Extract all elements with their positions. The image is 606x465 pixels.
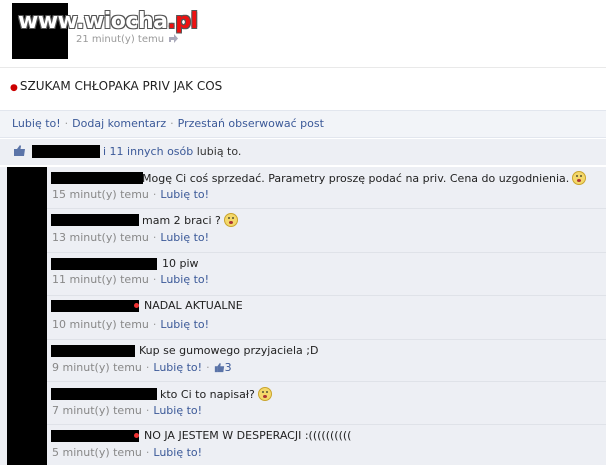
comment-like-button[interactable]: Lubię to! (153, 446, 202, 459)
comment-timestamp[interactable]: 10 minut(y) temu (52, 318, 149, 331)
commenter-name-redacted[interactable] (51, 258, 157, 270)
comment-like-button[interactable]: Lubię to! (153, 404, 202, 417)
comment-like-button[interactable]: Lubię to! (160, 273, 209, 286)
comment-text: Mogę Ci coś sprzedać. Parametry proszę p… (142, 171, 587, 185)
comment-meta: 7 minut(y) temu · Lubię to! (52, 404, 203, 417)
liker-name-redacted (32, 145, 100, 158)
comment-meta: 13 minut(y) temu · Lubię to! (52, 231, 210, 244)
comment-timestamp[interactable]: 15 minut(y) temu (52, 188, 149, 201)
comment-timestamp[interactable]: 7 minut(y) temu (52, 404, 142, 417)
like-button[interactable]: Lubię to! (12, 117, 61, 130)
commenter-name-redacted[interactable] (51, 345, 135, 357)
commenter-name-redacted[interactable] (51, 388, 157, 400)
comment-text: kto Ci to napisał? (160, 387, 272, 401)
post-text: ● SZUKAM CHŁOPAKA PRIV JAK COS (10, 79, 223, 93)
comment-meta: 11 minut(y) temu · Lubię to! (52, 273, 210, 286)
comment-like-button[interactable]: Lubię to! (160, 231, 209, 244)
commenter-avatars-redacted[interactable] (7, 167, 47, 465)
red-dot-icon (134, 303, 139, 308)
comment-text: 10 piw (162, 257, 199, 270)
post-timestamp[interactable]: 21 minut(y) temu (76, 34, 164, 45)
share-icon (169, 34, 178, 43)
comment-text: NO JA JESTEM W DESPERACJI :(((((((((( (144, 429, 352, 442)
comments-list: Mogę Ci coś sprzedać. Parametry proszę p… (0, 167, 606, 465)
comment-timestamp[interactable]: 13 minut(y) temu (52, 231, 149, 244)
red-dot-icon (134, 433, 139, 438)
likers-link[interactable]: i 11 innych osób (103, 145, 193, 158)
smiley-icon (257, 387, 272, 401)
smiley-icon (223, 213, 238, 227)
add-comment-button[interactable]: Dodaj komentarz (72, 117, 166, 130)
comment-text: NADAL AKTUALNE (144, 299, 243, 312)
commenter-name-redacted[interactable] (51, 214, 139, 226)
comment: mam 2 braci ? 13 minut(y) temu · Lubię to! (47, 209, 606, 253)
likes-summary: i 11 innych osób lubią to. (0, 139, 606, 165)
comment-like-button[interactable]: Lubię to! (160, 188, 209, 201)
comment-meta: 5 minut(y) temu · Lubię to! (52, 446, 203, 459)
comment-meta: 10 minut(y) temu · Lubię to! (52, 318, 210, 331)
comment-like-count[interactable]: 3 (225, 361, 232, 374)
thumbs-up-icon (14, 145, 25, 156)
comment-like-button[interactable]: Lubię to! (160, 318, 209, 331)
comment: 10 piw 11 minut(y) temu · Lubię to! (47, 253, 606, 296)
comment-like-button[interactable]: Lubię to! (153, 361, 202, 374)
comment: kto Ci to napisał? 7 minut(y) temu · Lubię… (47, 382, 606, 425)
comment-timestamp[interactable]: 11 minut(y) temu (52, 273, 149, 286)
comment-meta: 9 minut(y) temu · Lubię to! · 3 (52, 361, 232, 374)
commenter-name-redacted[interactable] (51, 172, 143, 184)
comment-timestamp[interactable]: 5 minut(y) temu (52, 446, 142, 459)
comment-text: mam 2 braci ? (142, 213, 238, 227)
comment-meta: 15 minut(y) temu · Lubię to! (52, 188, 210, 201)
thumbs-up-icon (214, 362, 224, 373)
comment: Mogę Ci coś sprzedać. Parametry proszę p… (47, 167, 606, 209)
comment: NO JA JESTEM W DESPERACJI :(((((((((( 5 … (47, 425, 606, 465)
post-actions-bar: Lubię to! · Dodaj komentarz · Przestań obser… (0, 110, 606, 138)
comment-timestamp[interactable]: 9 minut(y) temu (52, 361, 142, 374)
unfollow-post-button[interactable]: Przestań obserwować post (178, 117, 324, 130)
comment: NADAL AKTUALNE 10 minut(y) temu · Lubię to… (47, 296, 606, 340)
separator: · (64, 117, 69, 130)
commenter-name-redacted[interactable] (51, 300, 139, 312)
watermark-logo: www.wiocha.pl (18, 9, 198, 34)
separator: · (170, 117, 174, 130)
red-dot-icon: ● (10, 83, 18, 93)
commenter-name-redacted[interactable] (51, 430, 139, 442)
divider (0, 67, 606, 68)
likes-text: i 11 innych osób lubią to. (103, 145, 242, 158)
comment: Kup se gumowego przyjaciela ;D 9 minut(y… (47, 340, 606, 382)
smiley-icon (572, 171, 587, 185)
comment-text: Kup se gumowego przyjaciela ;D (139, 344, 319, 357)
